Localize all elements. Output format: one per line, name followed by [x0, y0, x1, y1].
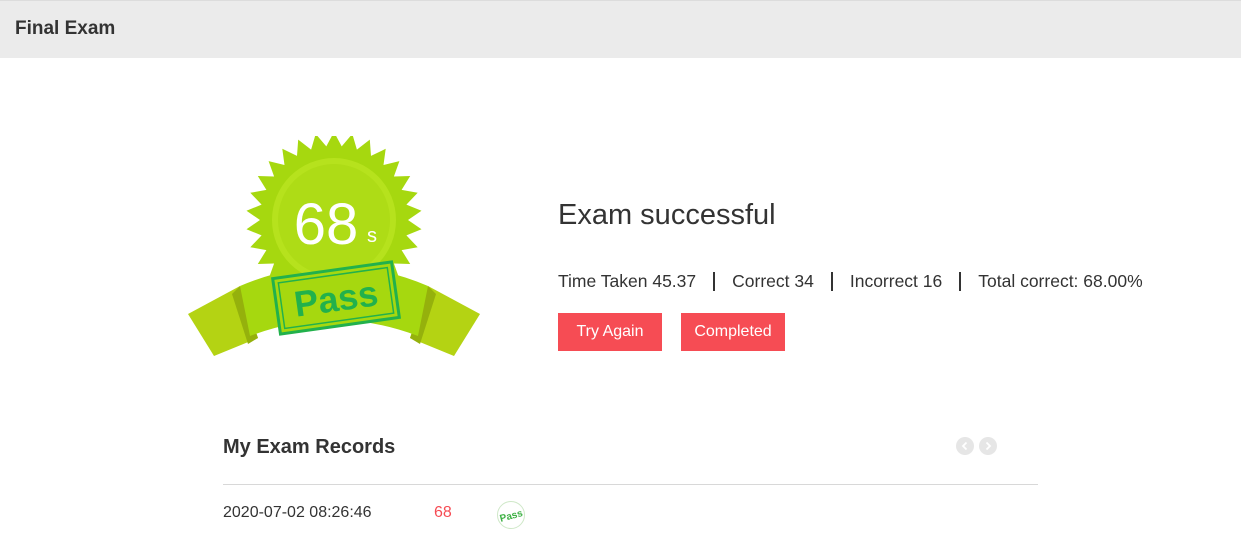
total-correct: Total correct: 68.00% [978, 271, 1143, 291]
pass-status-icon: Pass [497, 501, 525, 529]
badge-score: 68 [294, 192, 359, 257]
stat-divider [713, 272, 716, 291]
badge-score-unit: s [367, 225, 377, 247]
chevron-left-icon [961, 441, 968, 451]
correct-count: Correct 34 [732, 271, 814, 291]
records-divider [223, 484, 1038, 485]
table-row: 2020-07-02 08:26:46 68 Pass [223, 497, 1038, 533]
page-header: Final Exam [0, 0, 1241, 58]
completed-button[interactable]: Completed [681, 313, 785, 351]
chevron-right-icon [985, 441, 992, 451]
time-taken: Time Taken 45.37 [558, 271, 697, 291]
records-title: My Exam Records [223, 436, 396, 458]
score-badge: 68 s Pass [186, 136, 482, 362]
page-title: Final Exam [15, 18, 116, 39]
incorrect-count: Incorrect 16 [849, 271, 943, 291]
stat-divider [959, 272, 962, 291]
result-title: Exam successful [558, 199, 776, 231]
try-again-button[interactable]: Try Again [558, 313, 662, 351]
records-prev-button[interactable] [956, 437, 974, 455]
record-date: 2020-07-02 08:26:46 [223, 504, 372, 521]
records-next-button[interactable] [979, 437, 997, 455]
result-stats: Time Taken 45.37 Correct 34 Incorrect 16… [558, 271, 1143, 292]
stat-divider [830, 272, 833, 291]
record-score: 68 [434, 504, 452, 521]
